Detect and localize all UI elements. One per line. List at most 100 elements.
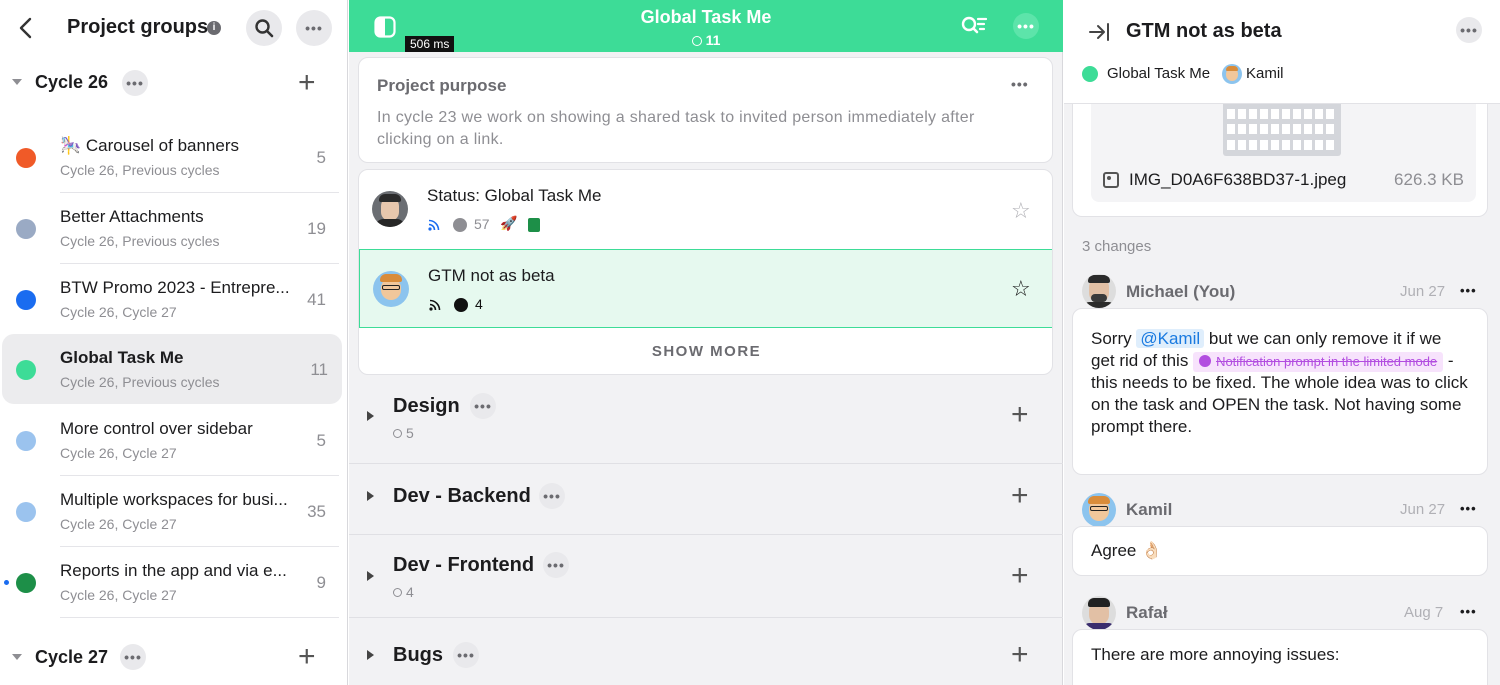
project-item[interactable]: Multiple workspaces for busi... Cycle 26… bbox=[0, 476, 342, 546]
task-group[interactable]: Bugs ••• + bbox=[349, 619, 1063, 685]
task-group[interactable]: Dev - Frontend ••• 4 + bbox=[349, 536, 1063, 618]
task-group[interactable]: Design ••• 5 + bbox=[349, 380, 1063, 464]
add-to-cycle-27-button[interactable]: + bbox=[298, 642, 316, 672]
project-header: 506 ms Global Task Me 11 ••• bbox=[349, 0, 1063, 52]
filter-search-icon[interactable] bbox=[961, 15, 987, 37]
mention[interactable]: @Kamil bbox=[1136, 329, 1205, 348]
project-item-selected[interactable]: Global Task Me Cycle 26, Previous cycles… bbox=[2, 334, 342, 404]
project-groups-sidebar: Project groups i ••• Cycle 26 ••• + 🎠 Ca… bbox=[0, 0, 348, 685]
rss-icon bbox=[429, 299, 441, 311]
comment-more-icon[interactable]: ••• bbox=[1460, 604, 1477, 619]
changes-link[interactable]: 3 changes bbox=[1082, 238, 1151, 255]
group-count-value: 5 bbox=[406, 425, 414, 441]
avatar bbox=[1082, 274, 1116, 308]
avatar bbox=[1082, 596, 1116, 630]
sidebar-title: Project groups bbox=[67, 16, 209, 38]
group-more-button[interactable]: ••• bbox=[539, 483, 565, 509]
task-more-button[interactable]: ••• bbox=[1456, 17, 1482, 43]
group-more-button[interactable]: ••• bbox=[453, 642, 479, 668]
image-icon bbox=[1103, 172, 1119, 188]
search-icon bbox=[255, 19, 274, 38]
assignee-avatar bbox=[1222, 64, 1242, 84]
project-title: 🎠 Carousel of banners bbox=[60, 136, 300, 156]
project-cycles: Cycle 26, Previous cycles bbox=[60, 162, 220, 178]
star-icon[interactable]: ☆ bbox=[1011, 276, 1031, 302]
task-reference[interactable]: Notification prompt in the limited mode bbox=[1193, 352, 1444, 372]
rss-icon bbox=[428, 219, 440, 231]
attachment-thumbnail bbox=[1223, 104, 1341, 156]
show-more-button[interactable]: SHOW MORE bbox=[359, 328, 1052, 374]
tasks-card: Status: Global Task Me 57 🚀 ☆ GTM not as… bbox=[358, 169, 1053, 375]
project-color-dot bbox=[16, 219, 36, 239]
comment-author: Kamil bbox=[1126, 500, 1173, 519]
add-task-button[interactable]: + bbox=[1011, 400, 1029, 430]
comment-date: Aug 7 bbox=[1404, 604, 1444, 621]
collapse-panel-icon[interactable] bbox=[1088, 22, 1110, 42]
project-count: 11 bbox=[310, 360, 328, 379]
project-title: Better Attachments bbox=[60, 207, 204, 226]
info-icon[interactable]: i bbox=[207, 21, 221, 35]
cycle-26-more-button[interactable]: ••• bbox=[122, 70, 148, 96]
expand-icon[interactable] bbox=[367, 491, 374, 501]
project-title: Reports in the app and via e... bbox=[60, 561, 287, 580]
project-link[interactable]: Global Task Me bbox=[1107, 65, 1210, 82]
cycle-27-more-button[interactable]: ••• bbox=[120, 644, 146, 670]
group-title: Bugs bbox=[393, 644, 443, 666]
attachment-name: IMG_D0A6F638BD37-1.jpeg bbox=[1129, 170, 1347, 189]
comment-text: Agree 👌🏻 bbox=[1091, 541, 1163, 560]
project-item[interactable]: BTW Promo 2023 - Entrepre... Cycle 26, C… bbox=[0, 264, 342, 334]
unread-indicator bbox=[4, 580, 9, 585]
task-circle-icon bbox=[393, 429, 402, 438]
search-button[interactable] bbox=[246, 10, 282, 46]
comment-more-icon[interactable]: ••• bbox=[1460, 501, 1477, 516]
task-title: GTM not as beta bbox=[1126, 20, 1282, 42]
collapse-icon[interactable] bbox=[12, 79, 22, 85]
project-title: Global Task Me bbox=[640, 7, 772, 27]
add-task-button[interactable]: + bbox=[1011, 640, 1029, 670]
project-count: 41 bbox=[307, 290, 326, 309]
sidebar-more-button[interactable]: ••• bbox=[296, 10, 332, 46]
project-cycles: Cycle 26, Cycle 27 bbox=[60, 516, 177, 532]
collapse-icon[interactable] bbox=[12, 654, 22, 660]
star-icon[interactable]: ☆ bbox=[1011, 198, 1031, 224]
expand-icon[interactable] bbox=[367, 650, 374, 660]
task-row-selected[interactable]: GTM not as beta 4 ☆ bbox=[359, 249, 1052, 328]
project-color-dot bbox=[16, 290, 36, 310]
comment-icon bbox=[453, 218, 467, 232]
expand-icon[interactable] bbox=[367, 571, 374, 581]
project-title: Global Task Me bbox=[60, 348, 184, 367]
project-cycles: Cycle 26, Cycle 27 bbox=[60, 304, 177, 320]
comment-author: Michael (You) bbox=[1126, 282, 1236, 301]
add-to-cycle-26-button[interactable]: + bbox=[298, 68, 316, 98]
comment-more-icon[interactable]: ••• bbox=[1460, 283, 1477, 298]
project-color-dot bbox=[16, 148, 36, 168]
group-more-button[interactable]: ••• bbox=[470, 393, 496, 419]
project-panel: 506 ms Global Task Me 11 ••• Project pur… bbox=[349, 0, 1063, 685]
add-task-button[interactable]: + bbox=[1011, 481, 1029, 511]
project-item[interactable]: Better Attachments Cycle 26, Previous cy… bbox=[0, 193, 342, 263]
avatar bbox=[373, 271, 409, 307]
assignee-name[interactable]: Kamil bbox=[1246, 65, 1284, 82]
project-more-button[interactable]: ••• bbox=[1013, 13, 1039, 39]
project-item[interactable]: More control over sidebar Cycle 26, Cycl… bbox=[0, 405, 342, 475]
comment-text: Sorry bbox=[1091, 329, 1132, 348]
project-count: 9 bbox=[316, 573, 326, 592]
task-row[interactable]: Status: Global Task Me 57 🚀 ☆ bbox=[359, 170, 1052, 249]
check-icon bbox=[1199, 355, 1212, 367]
project-item[interactable]: 🎠 Carousel of banners Cycle 26, Previous… bbox=[0, 122, 342, 192]
expand-icon[interactable] bbox=[367, 411, 374, 421]
project-item[interactable]: Reports in the app and via e... Cycle 26… bbox=[0, 547, 342, 617]
project-title-text: Carousel of banners bbox=[85, 136, 239, 155]
add-task-button[interactable]: + bbox=[1011, 561, 1029, 591]
group-more-button[interactable]: ••• bbox=[543, 552, 569, 578]
project-count: 5 bbox=[316, 431, 326, 450]
task-title: Status: Global Task Me bbox=[427, 186, 602, 205]
task-group[interactable]: Dev - Backend ••• + bbox=[349, 465, 1063, 535]
purpose-more-icon[interactable]: ••• bbox=[1011, 76, 1029, 92]
comment-date: Jun 27 bbox=[1400, 501, 1446, 518]
project-count: 35 bbox=[307, 502, 326, 521]
project-title: More control over sidebar bbox=[60, 419, 253, 438]
purpose-heading: Project purpose bbox=[377, 76, 507, 95]
attachment[interactable]: IMG_D0A6F638BD37-1.jpeg 626.3 KB bbox=[1091, 104, 1476, 202]
back-icon[interactable] bbox=[16, 16, 36, 40]
